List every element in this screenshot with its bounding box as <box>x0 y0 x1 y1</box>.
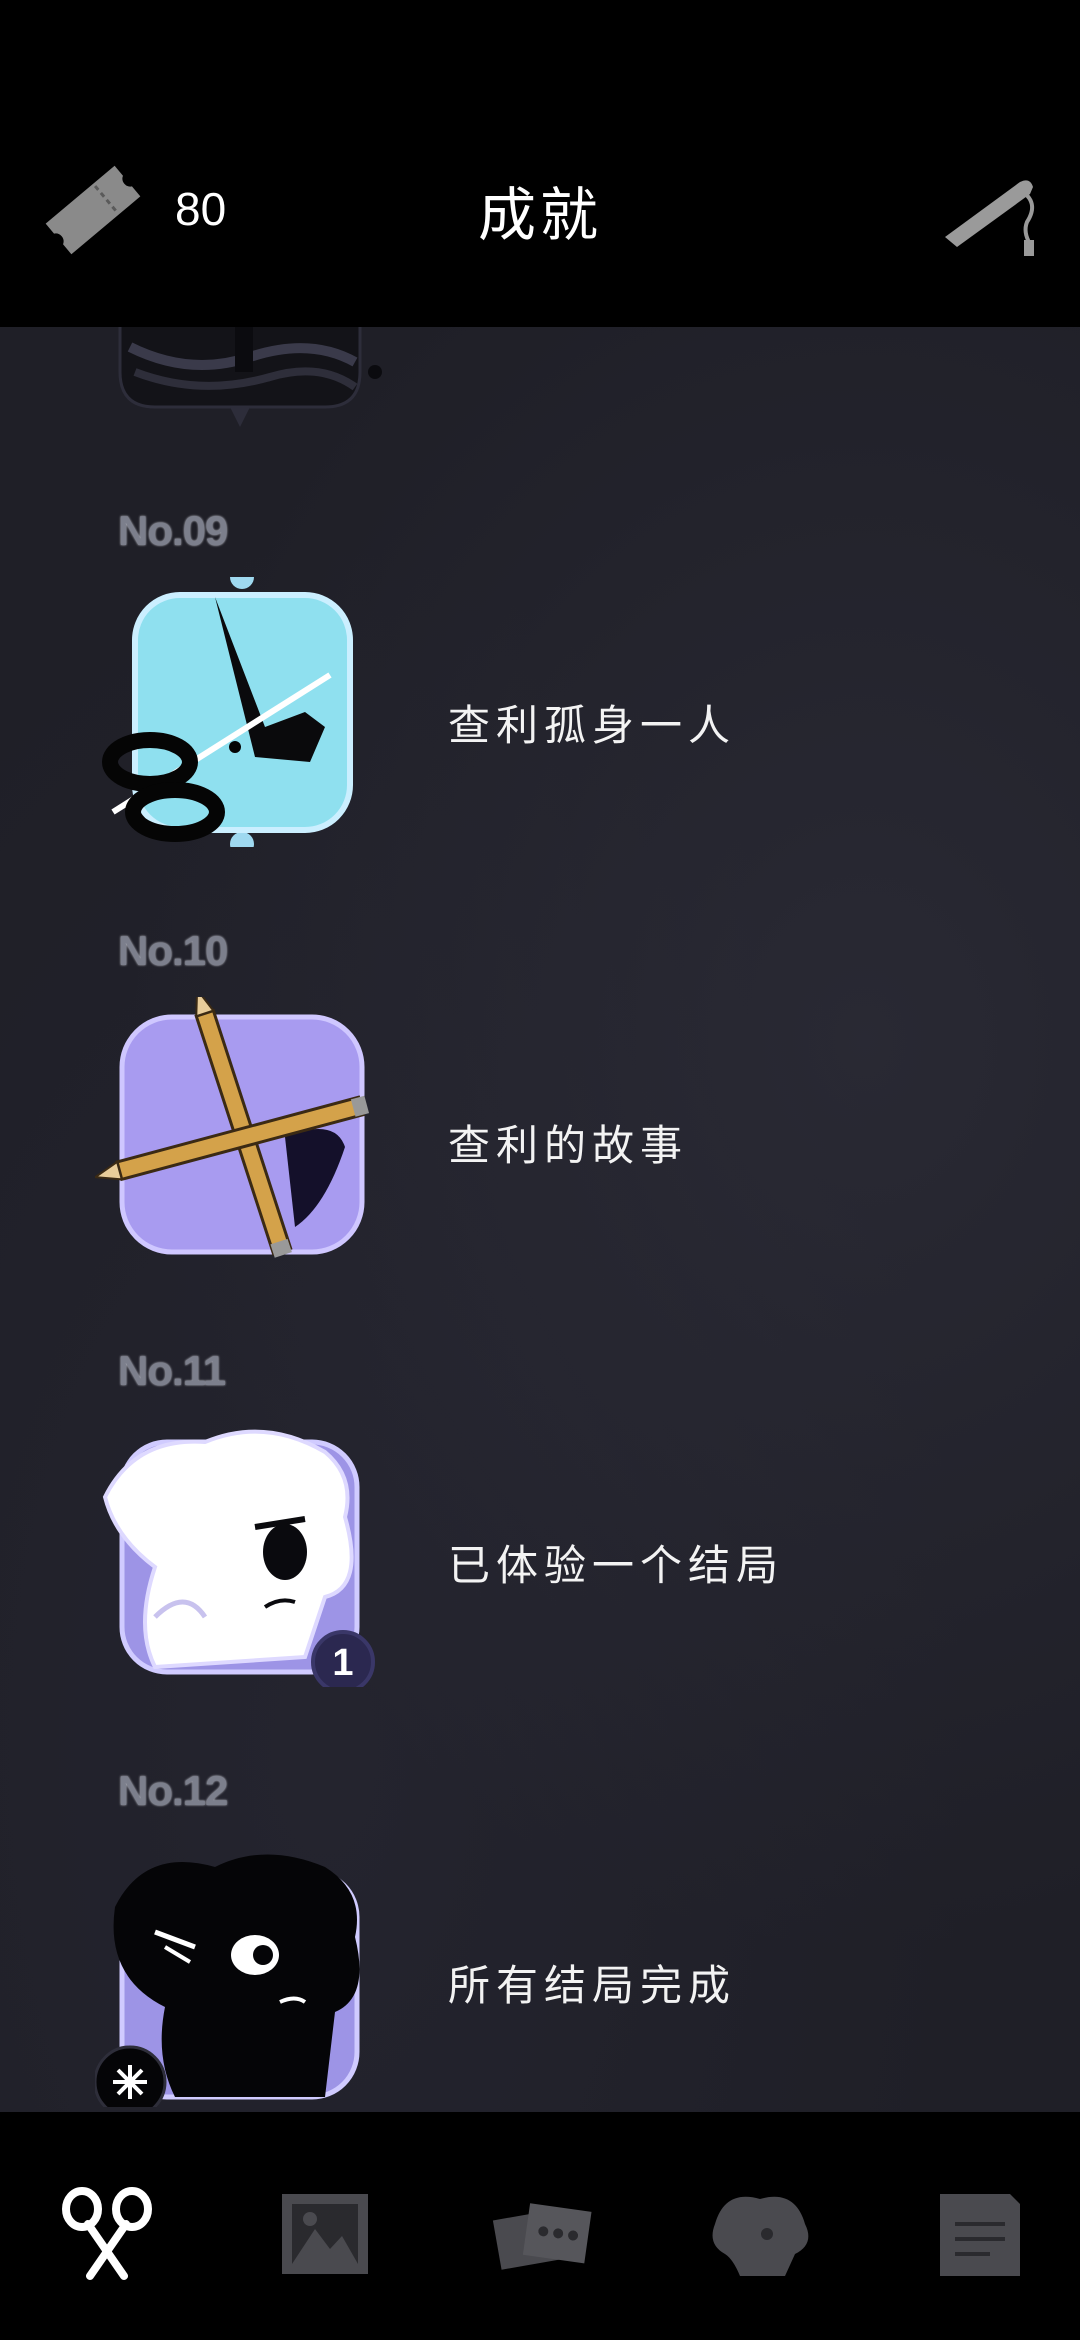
whistle-icon[interactable] <box>935 162 1045 262</box>
achievement-title: 查利孤身一人 <box>448 701 737 750</box>
nav-scissors-icon[interactable] <box>52 2184 162 2284</box>
nav-gallery-icon[interactable] <box>270 2184 380 2284</box>
nav-cards-icon[interactable] <box>488 2184 598 2284</box>
achievement-title: 所有结局完成 <box>448 1961 737 2010</box>
achievement-item-11[interactable]: No.11 1 已体验一个结局 <box>0 1347 1080 1767</box>
top-bar: 80 成就 <box>0 0 1080 327</box>
achievement-title: 已体验一个结局 <box>448 1541 785 1590</box>
crossed-pencils-icon <box>92 986 395 1267</box>
achievement-title: 查利的故事 <box>448 1121 689 1170</box>
white-character-icon: 1 <box>95 1417 395 1694</box>
partial-achievement-icon <box>110 327 390 427</box>
achievement-number: No.10 <box>118 927 228 974</box>
page-title: 成就 <box>477 181 602 249</box>
achievement-number: No.09 <box>118 507 228 554</box>
bottom-nav <box>0 2112 1080 2340</box>
black-character-icon <box>93 1837 395 2112</box>
nav-character-icon[interactable] <box>705 2184 815 2284</box>
nav-notes-icon[interactable] <box>925 2184 1035 2284</box>
achievement-list[interactable]: No.09 查利孤身一人 No.10 查利的故事 No.11 1 已体验一个结局… <box>0 327 1080 2112</box>
achievement-item-09[interactable]: No.09 查利孤身一人 <box>0 507 1080 927</box>
achievement-number: No.11 <box>118 1347 226 1394</box>
scissors-hand-icon <box>95 565 395 856</box>
achievement-number: No.12 <box>118 1767 228 1814</box>
achievement-item-12[interactable]: No.12 所有结局完成 <box>0 1767 1080 2112</box>
achievement-item-10[interactable]: No.10 查利的故事 <box>0 927 1080 1347</box>
count-badge: 1 <box>332 1642 354 1684</box>
